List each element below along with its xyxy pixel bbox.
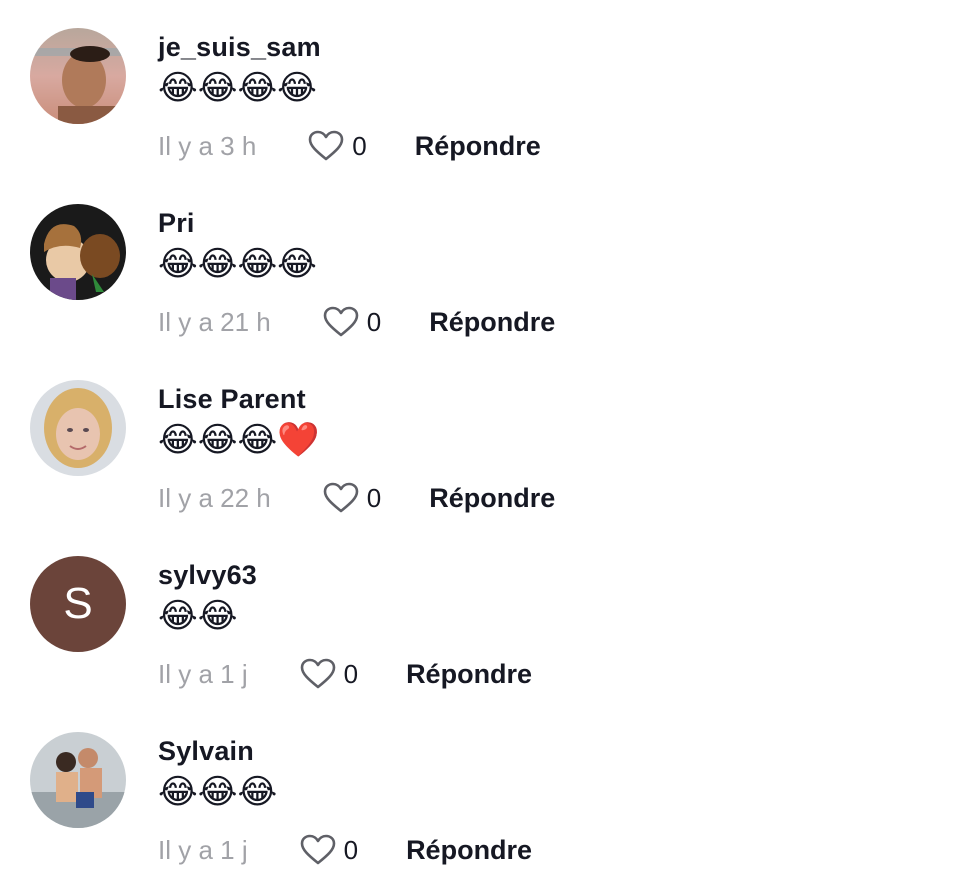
comment-timestamp: Il y a 1 j <box>158 658 248 689</box>
like-button[interactable]: 0 <box>300 658 358 690</box>
comment-meta: Il y a 22 h 0 Répondre <box>158 480 555 516</box>
comment-username[interactable]: je_suis_sam <box>158 32 321 63</box>
comment-text: 😂😂😂 <box>158 772 278 812</box>
like-button[interactable]: 0 <box>323 306 381 338</box>
like-button[interactable]: 0 <box>323 482 381 514</box>
heart-outline-icon <box>308 130 344 161</box>
comment-username[interactable]: Sylvain <box>158 736 254 767</box>
comment-timestamp: Il y a 22 h <box>158 482 271 513</box>
like-count: 0 <box>352 130 367 161</box>
avatar[interactable] <box>30 204 126 300</box>
reply-button[interactable]: Répondre <box>415 131 541 162</box>
comment-item: Sylvain 😂😂😂 Il y a 1 j 0 Répondre <box>30 732 950 882</box>
avatar[interactable] <box>30 28 126 124</box>
reply-button[interactable]: Répondre <box>429 483 555 514</box>
reply-button[interactable]: Répondre <box>406 659 532 690</box>
like-count: 0 <box>343 658 359 689</box>
comment-timestamp: Il y a 3 h <box>158 130 257 161</box>
avatar[interactable] <box>30 380 126 476</box>
like-count: 0 <box>366 482 382 513</box>
heart-outline-icon <box>323 306 359 337</box>
comment-meta: Il y a 3 h 0 Répondre <box>158 128 541 164</box>
comment-text: 😂😂 <box>158 596 238 636</box>
comment-username[interactable]: Pri <box>158 208 195 239</box>
comment-meta: Il y a 1 j 0 Répondre <box>158 832 532 868</box>
comment-meta: Il y a 1 j 0 Répondre <box>158 656 532 692</box>
comment-text: 😂😂😂❤️ <box>158 420 320 460</box>
avatar[interactable] <box>30 732 126 828</box>
comment-item: S sylvy63 😂😂 Il y a 1 j 0 Répondre <box>30 556 950 706</box>
like-button[interactable]: 0 <box>308 130 367 162</box>
avatar-initial: S <box>30 556 126 652</box>
comment-timestamp: Il y a 21 h <box>158 306 271 337</box>
like-count: 0 <box>366 306 382 337</box>
heart-outline-icon <box>323 482 359 513</box>
comment-timestamp: Il y a 1 j <box>158 834 248 865</box>
like-button[interactable]: 0 <box>300 834 358 866</box>
heart-outline-icon <box>300 658 335 689</box>
comment-item: Lise Parent 😂😂😂❤️ Il y a 22 h 0 Répondre <box>30 380 950 530</box>
comment-item: Pri 😂😂😂😂 Il y a 21 h 0 Répondre <box>30 204 950 354</box>
comment-meta: Il y a 21 h 0 Répondre <box>158 304 555 340</box>
comment-text: 😂😂😂😂 <box>158 244 317 284</box>
comment-username[interactable]: sylvy63 <box>158 560 257 591</box>
comment-text: 😂😂😂😂 <box>158 68 317 108</box>
heart-outline-icon <box>300 834 335 865</box>
comment-item: je_suis_sam 😂😂😂😂 Il y a 3 h 0 Répondre <box>30 28 950 178</box>
reply-button[interactable]: Répondre <box>406 835 532 866</box>
like-count: 0 <box>343 834 359 865</box>
reply-button[interactable]: Répondre <box>429 307 555 338</box>
comment-username[interactable]: Lise Parent <box>158 384 306 415</box>
avatar[interactable]: S <box>30 556 126 652</box>
